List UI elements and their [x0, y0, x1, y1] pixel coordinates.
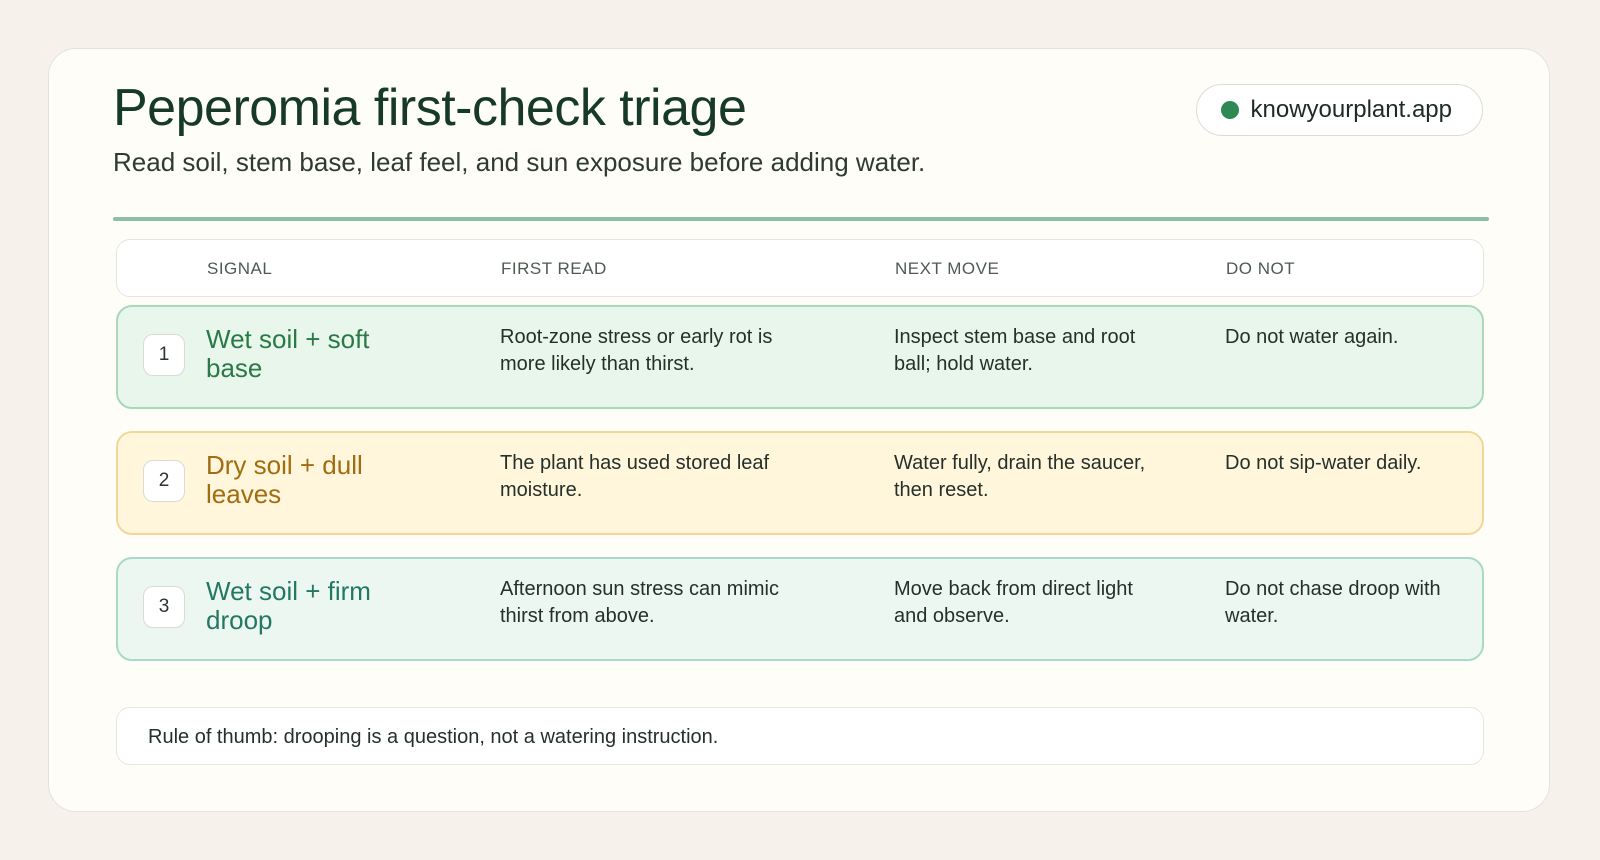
- triage-card: Peperomia first-check triage Read soil, …: [48, 48, 1550, 812]
- header-divider: [113, 217, 1489, 221]
- do-not-text: Do not water again.: [1225, 326, 1399, 348]
- next-move-text: Inspect stem base and root ball; hold wa…: [894, 326, 1136, 375]
- signal-label: Dry soil + dull leaves: [206, 450, 363, 509]
- signal-label: Wet soil + firm droop: [206, 576, 371, 635]
- table-row: 3 Wet soil + firm droop Afternoon sun st…: [116, 557, 1484, 661]
- brand-link[interactable]: knowyourplant.app: [1195, 84, 1483, 136]
- row-number-badge: 3: [143, 586, 185, 628]
- table-row: 1 Wet soil + soft base Root-zone stress …: [116, 305, 1484, 409]
- next-move-text: Move back from direct light and observe.: [894, 578, 1133, 627]
- column-header-do-not: DO NOT: [1226, 259, 1296, 278]
- row-number-badge: 1: [143, 334, 185, 376]
- first-read-text: Root-zone stress or early rot is more li…: [500, 326, 773, 375]
- table-header: SIGNAL FIRST READ NEXT MOVE DO NOT: [116, 239, 1484, 297]
- column-header-signal: SIGNAL: [207, 259, 273, 278]
- page-subtitle: Read soil, stem base, leaf feel, and sun…: [113, 147, 926, 177]
- signal-label: Wet soil + soft base: [206, 324, 370, 383]
- column-header-first-read: FIRST READ: [501, 259, 607, 278]
- brand-label: knowyourplant.app: [1250, 96, 1452, 123]
- row-number-badge: 2: [143, 460, 185, 502]
- next-move-text: Water fully, drain the saucer, then rese…: [894, 452, 1146, 501]
- table-row: 2 Dry soil + dull leaves The plant has u…: [116, 431, 1484, 535]
- first-read-text: Afternoon sun stress can mimic thirst fr…: [500, 578, 779, 627]
- do-not-text: Do not sip-water daily.: [1225, 452, 1422, 474]
- do-not-text: Do not chase droop with water.: [1225, 578, 1441, 627]
- first-read-text: The plant has used stored leaf moisture.: [500, 452, 770, 501]
- column-header-next-move: NEXT MOVE: [895, 259, 1000, 278]
- status-dot-icon: [1220, 101, 1239, 119]
- page-title: Peperomia first-check triage: [113, 79, 747, 137]
- rule-of-thumb-note: Rule of thumb: drooping is a question, n…: [116, 707, 1484, 765]
